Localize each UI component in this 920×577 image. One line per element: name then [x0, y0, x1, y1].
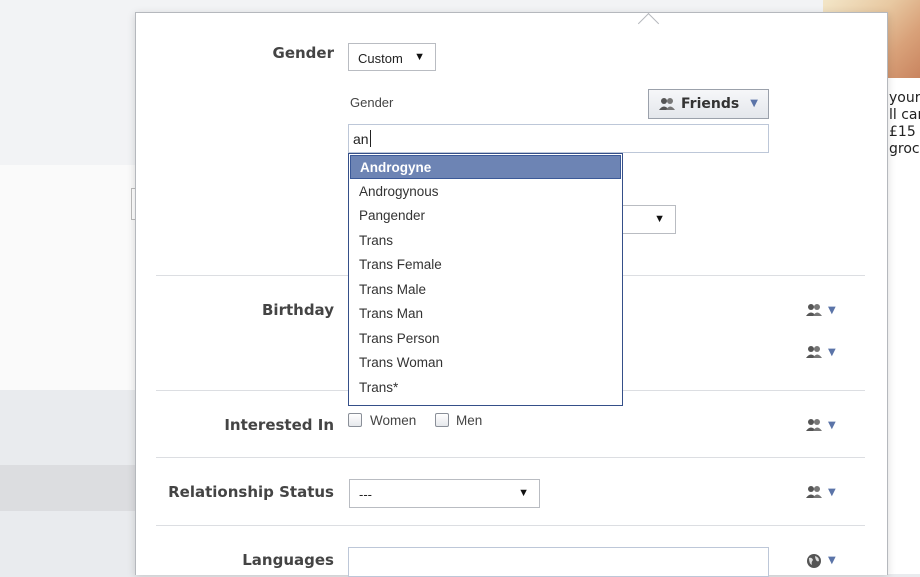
- suggestion-item[interactable]: Trans*: [350, 376, 621, 400]
- friends-icon: [806, 303, 824, 321]
- suggestion-item[interactable]: Trans Woman: [350, 351, 621, 375]
- relationship-status-select[interactable]: --- ▼: [349, 479, 540, 508]
- dropdown-arrow-icon: ▼: [518, 487, 529, 499]
- friends-icon: [806, 345, 824, 363]
- dropdown-arrow-icon: ▼: [414, 51, 425, 63]
- gender-audience-button[interactable]: Friends ▼: [648, 89, 769, 119]
- ad-text[interactable]: your ll car £15 groc: [889, 90, 920, 158]
- background-page-left: [0, 165, 135, 390]
- languages-label: Languages: [242, 551, 334, 569]
- women-checkbox[interactable]: [348, 413, 362, 427]
- men-checkbox-label: Men: [456, 413, 483, 428]
- chevron-down-icon: ▼: [828, 305, 836, 316]
- text-cursor: [370, 130, 371, 147]
- chevron-down-icon: ▼: [750, 98, 758, 109]
- right-column: [886, 0, 920, 574]
- suggestion-item[interactable]: Trans Person: [350, 327, 621, 351]
- section-divider: [156, 525, 865, 526]
- gender-label: Gender: [272, 44, 334, 62]
- relationship-status-value: ---: [359, 487, 372, 502]
- custom-gender-label: Gender: [350, 95, 394, 110]
- chevron-down-icon: ▼: [828, 487, 836, 498]
- ad-text-line: your: [889, 90, 920, 106]
- suggestion-item[interactable]: Trans: [350, 229, 621, 253]
- languages-input[interactable]: [348, 547, 769, 577]
- section-divider: [156, 457, 865, 458]
- suggestion-item[interactable]: Trans Female: [350, 253, 621, 277]
- custom-gender-input[interactable]: an: [348, 124, 769, 153]
- suggestion-item[interactable]: Androgynous: [350, 180, 621, 204]
- audience-label: Friends: [681, 96, 740, 112]
- suggestion-item[interactable]: Trans Man: [350, 302, 621, 326]
- birthday-label: Birthday: [262, 301, 334, 319]
- globe-icon: [806, 553, 822, 573]
- friends-icon: [659, 97, 677, 115]
- women-checkbox-label: Women: [370, 413, 417, 428]
- men-checkbox[interactable]: [435, 413, 449, 427]
- friends-icon: [806, 418, 824, 436]
- gender-suggestions-dropdown: Androgyne Androgynous Pangender Trans Tr…: [348, 153, 623, 406]
- background-page-band: [0, 465, 135, 511]
- gender-select[interactable]: Custom ▼: [348, 43, 436, 71]
- ad-text-line: groc: [889, 141, 920, 157]
- ad-text-line: £15: [889, 124, 916, 140]
- suggestion-item[interactable]: Androgyne: [350, 155, 621, 179]
- chevron-down-icon: ▼: [828, 555, 836, 566]
- custom-gender-input-value: an: [353, 131, 369, 147]
- dropdown-arrow-icon: ▼: [654, 213, 665, 225]
- gender-select-value: Custom: [358, 51, 403, 66]
- chevron-down-icon: ▼: [828, 420, 836, 431]
- relationship-status-label: Relationship Status: [168, 483, 334, 501]
- friends-icon: [806, 485, 824, 503]
- suggestion-item[interactable]: Trans Male: [350, 278, 621, 302]
- suggestion-item[interactable]: Pangender: [350, 204, 621, 228]
- popup-caret: [637, 12, 660, 35]
- chevron-down-icon: ▼: [828, 347, 836, 358]
- ad-text-line: ll car: [889, 107, 920, 123]
- interested-in-label: Interested In: [224, 416, 334, 434]
